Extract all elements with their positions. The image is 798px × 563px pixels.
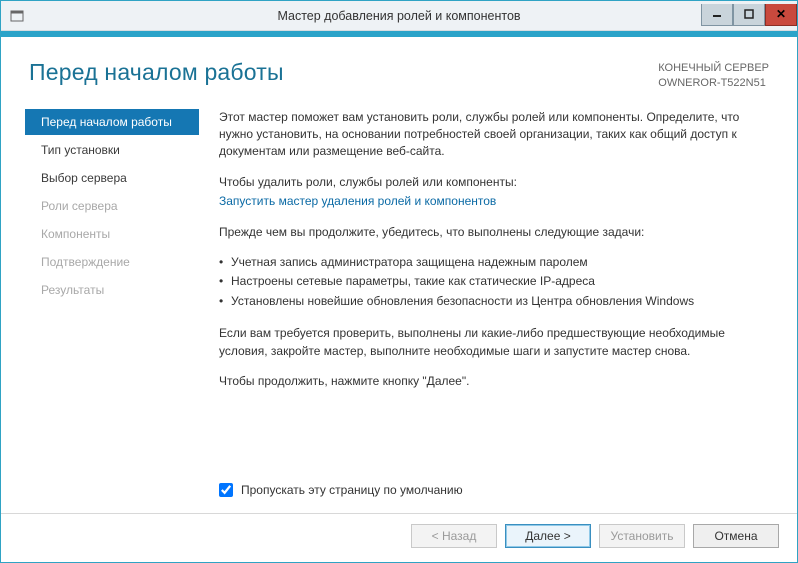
destination-server-label: КОНЕЧНЫЙ СЕРВЕР bbox=[658, 61, 769, 76]
skip-page-checkbox[interactable] bbox=[219, 483, 233, 497]
window-title: Мастер добавления ролей и компонентов bbox=[1, 9, 797, 23]
remove-intro-text: Чтобы удалить роли, службы ролей или ком… bbox=[219, 174, 763, 191]
precheck-item: Настроены сетевые параметры, такие как с… bbox=[219, 273, 763, 290]
minimize-button[interactable] bbox=[701, 4, 733, 26]
next-button[interactable]: Далее > bbox=[505, 524, 591, 548]
wizard-step-2[interactable]: Выбор сервера bbox=[29, 165, 199, 191]
skip-page-label[interactable]: Пропускать эту страницу по умолчанию bbox=[241, 482, 463, 499]
install-button: Установить bbox=[599, 524, 685, 548]
intro-text: Этот мастер поможет вам установить роли,… bbox=[219, 109, 763, 161]
precheck-item: Установлены новейшие обновления безопасн… bbox=[219, 293, 763, 310]
remove-roles-link[interactable]: Запустить мастер удаления ролей и компон… bbox=[219, 194, 496, 208]
wizard-window: Мастер добавления ролей и компонентов ✕ … bbox=[0, 0, 798, 563]
back-button: < Назад bbox=[411, 524, 497, 548]
wizard-step-6: Результаты bbox=[29, 277, 199, 303]
maximize-button[interactable] bbox=[733, 4, 765, 26]
app-icon bbox=[9, 8, 25, 24]
titlebar: Мастер добавления ролей и компонентов ✕ bbox=[1, 1, 797, 31]
wizard-step-5: Подтверждение bbox=[29, 249, 199, 275]
precheck-intro-text: Прежде чем вы продолжите, убедитесь, что… bbox=[219, 224, 763, 241]
header: Перед началом работы КОНЕЧНЫЙ СЕРВЕР OWN… bbox=[1, 37, 797, 91]
body: Перед началом работыТип установкиВыбор с… bbox=[1, 91, 797, 513]
skip-page-row: Пропускать эту страницу по умолчанию bbox=[219, 472, 763, 513]
window-controls: ✕ bbox=[701, 5, 797, 27]
wizard-step-0[interactable]: Перед началом работы bbox=[25, 109, 199, 135]
wizard-step-1[interactable]: Тип установки bbox=[29, 137, 199, 163]
continue-note-text: Чтобы продолжить, нажмите кнопку "Далее"… bbox=[219, 373, 763, 390]
destination-server-box: КОНЕЧНЫЙ СЕРВЕР OWNEROR-T522N51 bbox=[658, 61, 769, 91]
precheck-list: Учетная запись администратора защищена н… bbox=[219, 254, 763, 312]
wizard-step-3: Роли сервера bbox=[29, 193, 199, 219]
page-title: Перед началом работы bbox=[29, 59, 284, 86]
precheck-item: Учетная запись администратора защищена н… bbox=[219, 254, 763, 271]
cancel-button[interactable]: Отмена bbox=[693, 524, 779, 548]
wizard-step-4: Компоненты bbox=[29, 221, 199, 247]
wizard-steps-sidebar: Перед началом работыТип установкиВыбор с… bbox=[1, 109, 199, 513]
close-button[interactable]: ✕ bbox=[765, 4, 797, 26]
footer-buttons: < Назад Далее > Установить Отмена bbox=[1, 513, 797, 562]
verify-note-text: Если вам требуется проверить, выполнены … bbox=[219, 325, 763, 360]
destination-server-name: OWNEROR-T522N51 bbox=[658, 76, 769, 91]
content-area: Этот мастер поможет вам установить роли,… bbox=[199, 109, 797, 513]
